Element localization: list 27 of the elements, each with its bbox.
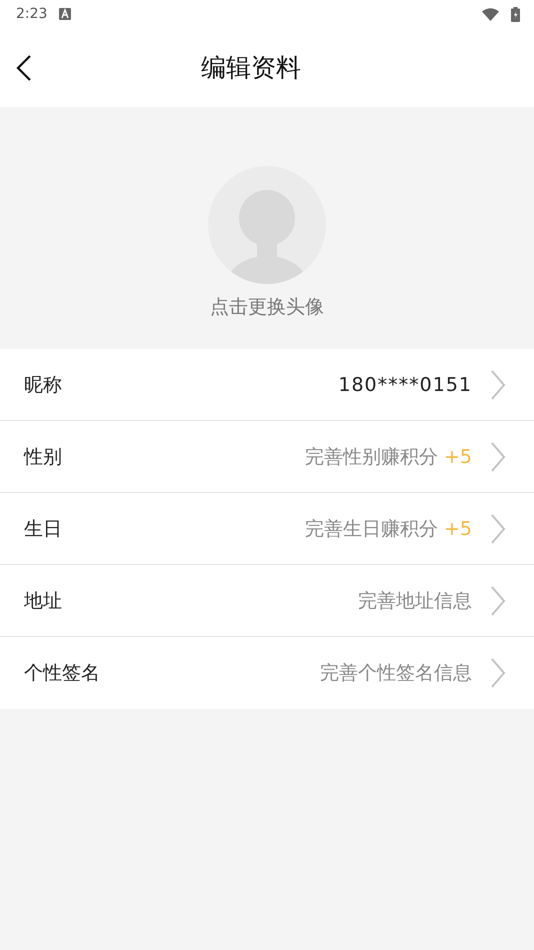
row-label: 性别: [24, 444, 62, 470]
back-button[interactable]: [16, 54, 32, 82]
profile-row[interactable]: 性别 完善性别赚积分 +5: [0, 421, 534, 493]
row-value: 完善性别赚积分 +5: [304, 444, 472, 470]
row-value: 完善生日赚积分 +5: [304, 516, 472, 542]
chevron-icon: [490, 514, 506, 544]
profile-row[interactable]: 生日 完善生日赚积分 +5: [0, 493, 534, 565]
status-time: 2:23: [16, 6, 48, 22]
row-label: 个性签名: [24, 661, 100, 686]
row-value: 180****0151: [338, 374, 472, 396]
page-title: 编辑资料: [201, 52, 301, 84]
profile-row[interactable]: 昵称 180****0151: [0, 349, 534, 421]
row-label: 昵称: [24, 372, 62, 398]
profile-row[interactable]: 地址 完善地址信息: [0, 565, 534, 637]
chevron-icon: [490, 586, 506, 616]
row-label: 生日: [24, 516, 62, 542]
wifi-icon: [482, 8, 499, 20]
chevron-icon: [490, 658, 506, 688]
notification-icon: [59, 8, 72, 20]
profile-row[interactable]: 个性签名 完善个性签名信息: [0, 637, 534, 709]
avatar-caption: 点击更换头像: [210, 295, 324, 320]
chevron-icon: [490, 370, 506, 400]
battery-icon: [511, 6, 520, 22]
row-value: 完善地址信息: [358, 588, 472, 614]
row-value: 完善个性签名信息: [320, 661, 472, 686]
chevron-icon: [490, 442, 506, 472]
row-label: 地址: [24, 588, 62, 614]
